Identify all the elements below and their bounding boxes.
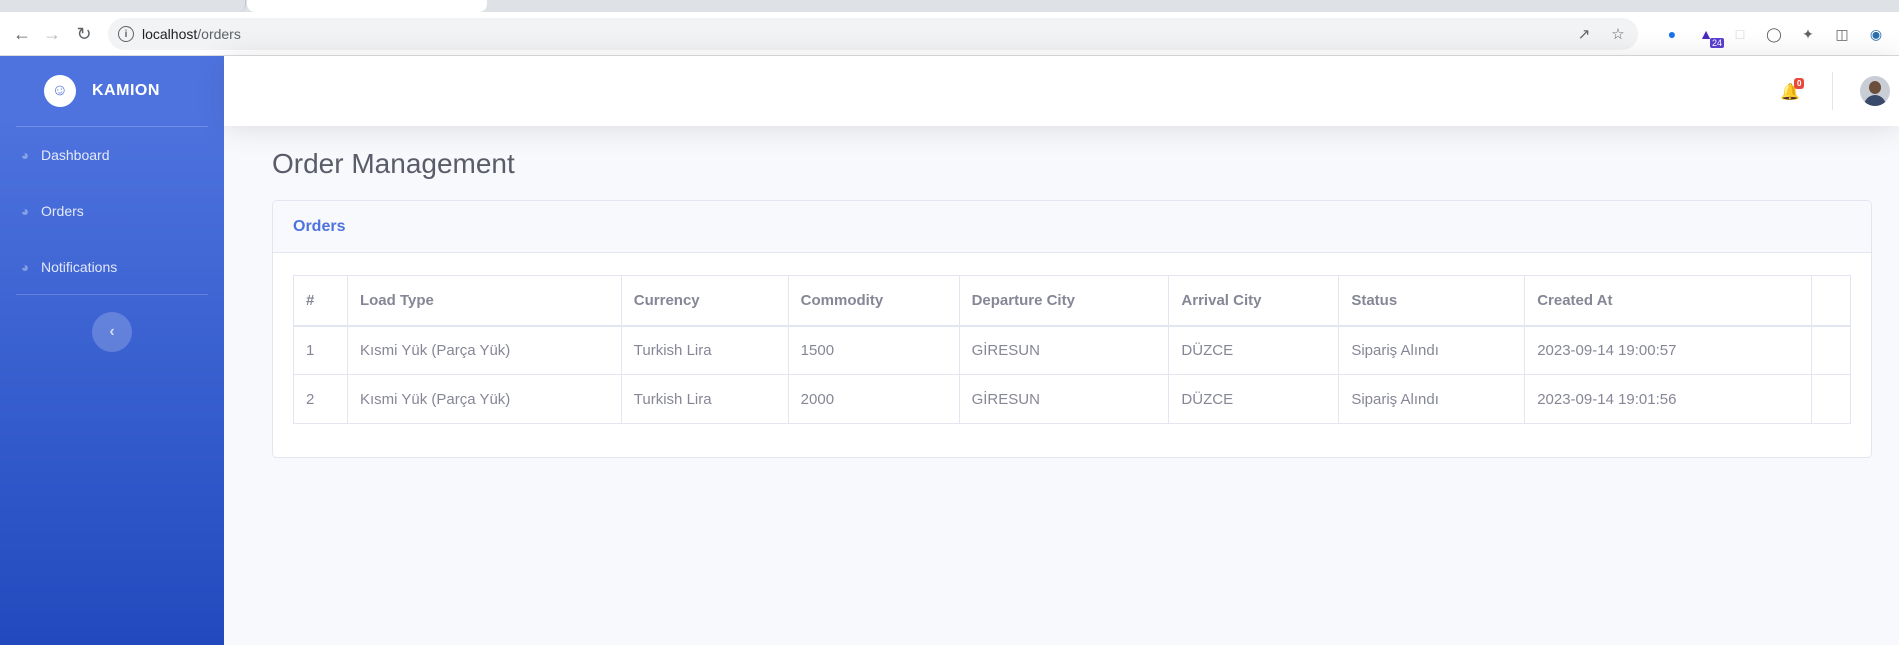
orders-card: Orders # Load Type Currency Commodity De… <box>272 200 1872 458</box>
column-header[interactable]: Commodity <box>787 275 960 327</box>
extension-icon[interactable]: ◯ <box>1762 22 1786 46</box>
omnibox-actions: ↗ ☆ <box>1574 24 1628 44</box>
browser-tab-active[interactable] <box>247 0 487 12</box>
table-cell: 2000 <box>787 374 960 424</box>
extension-icon[interactable]: ● <box>1660 22 1684 46</box>
sidebar-item-label: Orders <box>41 203 84 219</box>
site-info-icon[interactable]: i <box>118 26 134 42</box>
table-cell: 2 <box>293 374 348 424</box>
table-cell <box>1810 374 1852 424</box>
sidebar-divider <box>16 294 208 295</box>
side-panel-icon[interactable]: ◫ <box>1830 22 1854 46</box>
table-cell: GİRESUN <box>958 374 1170 424</box>
extensions-bar: ● ▲24 □ ◯ ✦ ◫ ◉ ⋮ <box>1660 22 1899 48</box>
sidebar-item-label: Dashboard <box>41 147 110 163</box>
browser-toolbar: ← → ↻ i localhost/orders ↗ ☆ ● ▲ 24 □ ◯ ✦… <box>0 12 1899 56</box>
extension-badge: 24 <box>1709 38 1724 48</box>
column-header[interactable]: Currency <box>620 275 789 327</box>
table-cell: 1 <box>293 325 348 375</box>
table-cell: DÜZCE <box>1168 374 1340 424</box>
laugh-wink-icon: ☺ <box>40 71 80 111</box>
reload-icon[interactable]: ↻ <box>72 22 96 46</box>
url-path: /orders <box>197 26 241 42</box>
extension-icon[interactable]: □ <box>1728 22 1752 46</box>
table-cell: DÜZCE <box>1168 325 1340 375</box>
table-cell: Turkish Lira <box>620 325 789 375</box>
forward-icon[interactable]: → <box>40 22 64 46</box>
card-header: Orders <box>273 201 1871 253</box>
column-header[interactable]: Arrival City <box>1168 275 1340 327</box>
puzzle-icon[interactable]: ✦ <box>1796 22 1820 46</box>
sidebar-item-orders[interactable]: ◕ Orders <box>0 183 224 239</box>
table-row[interactable]: 2 Kısmi Yük (Parça Yük) Turkish Lira 200… <box>293 374 1852 424</box>
browser-tabstrip <box>0 0 1899 12</box>
sidebar-toggle-button[interactable]: ‹ <box>92 312 132 352</box>
table-header-row: # Load Type Currency Commodity Departure… <box>293 275 1852 327</box>
column-header[interactable]: Load Type <box>346 275 622 327</box>
table-cell: Turkish Lira <box>620 374 789 424</box>
sidebar-item-dashboard[interactable]: ◕ Dashboard <box>0 127 224 183</box>
address-bar[interactable]: i localhost/orders ↗ ☆ <box>108 18 1638 50</box>
table-cell: 2023-09-14 19:00:57 <box>1524 325 1812 375</box>
dashboard-icon: ◕ <box>20 203 30 219</box>
table-cell: Kısmi Yük (Parça Yük) <box>346 325 622 375</box>
table-cell: Sipariş Alındı <box>1338 374 1526 424</box>
user-avatar[interactable] <box>1860 76 1890 106</box>
share-icon[interactable]: ↗ <box>1574 24 1594 44</box>
column-header[interactable]: Departure City <box>958 275 1170 327</box>
bookmark-star-icon[interactable]: ☆ <box>1608 24 1628 44</box>
sidebar-brand[interactable]: ☺ KAMION <box>0 56 224 126</box>
sidebar-item-label: Notifications <box>41 259 118 275</box>
column-header[interactable]: Status <box>1338 275 1526 327</box>
topbar: 🔔 0 <box>224 56 1899 126</box>
orders-table: # Load Type Currency Commodity Departure… <box>293 275 1852 424</box>
sidebar: ☺ KAMION ◕ Dashboard ◕ Orders ◕ Notifica… <box>0 56 224 645</box>
table-cell: 1500 <box>787 325 960 375</box>
avatar-body <box>1864 95 1886 106</box>
table-cell: Sipariş Alındı <box>1338 325 1526 375</box>
browser-tab[interactable] <box>488 0 688 12</box>
url-text[interactable]: localhost/orders <box>142 26 241 42</box>
extension-icon[interactable]: ▲ 24 <box>1694 22 1724 48</box>
topbar-divider <box>1832 72 1833 110</box>
table-cell: GİRESUN <box>958 325 1170 375</box>
profile-icon[interactable]: ◉ <box>1864 22 1888 46</box>
table-cell <box>1810 325 1852 375</box>
browser-tab[interactable] <box>0 0 246 12</box>
page-title: Order Management <box>272 148 515 179</box>
column-header[interactable]: # <box>293 275 348 327</box>
notification-count-badge: 0 <box>1794 78 1805 89</box>
column-header[interactable]: Created At <box>1524 275 1812 327</box>
avatar-head <box>1869 81 1881 94</box>
chevron-left-icon: ‹ <box>109 323 115 340</box>
dashboard-icon: ◕ <box>20 147 30 163</box>
table-cell: 2023-09-14 19:01:56 <box>1524 374 1812 424</box>
table-row[interactable]: 1 Kısmi Yük (Parça Yük) Turkish Lira 150… <box>293 325 1852 375</box>
back-icon[interactable]: ← <box>10 22 34 46</box>
dashboard-icon: ◕ <box>20 259 30 275</box>
url-host: localhost <box>142 26 198 42</box>
column-header <box>1810 275 1852 327</box>
brand-name: KAMION <box>92 82 160 99</box>
table-cell: Kısmi Yük (Parça Yük) <box>346 374 622 424</box>
sidebar-item-notifications[interactable]: ◕ Notifications <box>0 239 224 295</box>
